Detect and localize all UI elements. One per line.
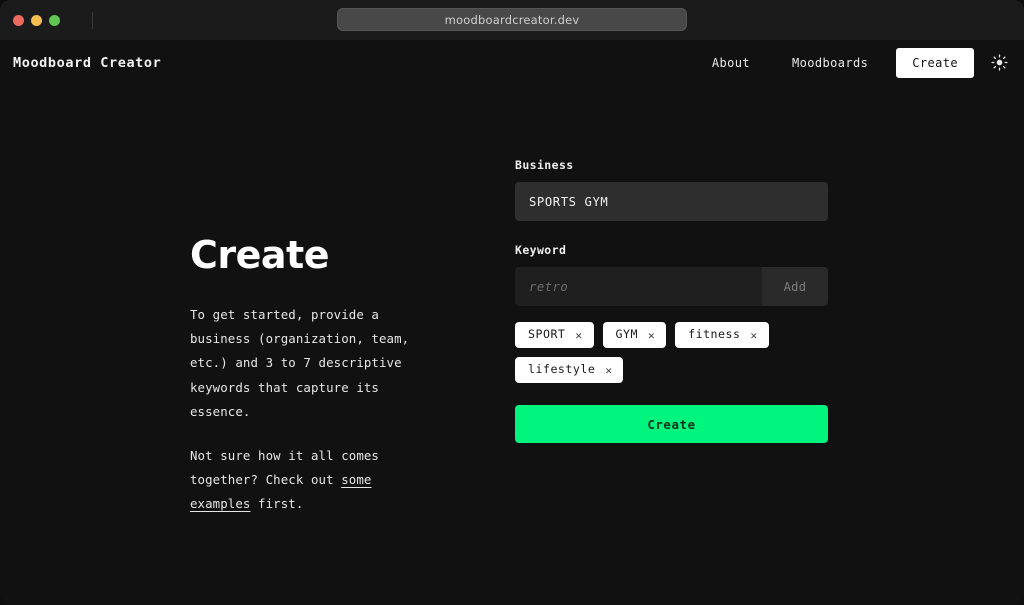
page-title: Create [190,233,329,277]
main-navigation: About Moodboards Create [702,47,1010,78]
close-window-button[interactable] [13,14,24,26]
add-keyword-button[interactable]: Add [762,267,828,306]
url-bar[interactable]: moodboardcreator.dev [337,8,687,31]
business-label: Business [515,158,574,172]
minimize-window-button[interactable] [31,14,42,26]
keyword-field-group: Keyword Add [515,243,1024,306]
theme-toggle-button[interactable] [988,52,1010,74]
keyword-input-row: Add [515,267,828,306]
browser-window: moodboardcreator.dev Moodboard Creator A… [0,0,1024,605]
keyword-chip[interactable]: lifestyle ✕ [515,357,624,383]
business-field-group: Business [515,158,1024,221]
sun-icon [990,54,1008,71]
chip-label: fitness [688,327,741,342]
close-icon[interactable]: ✕ [605,365,612,376]
url-text: moodboardcreator.dev [444,12,580,27]
intro-column: Create To get started, provide a busines… [0,103,515,517]
nav-item-create[interactable]: Create [896,47,974,78]
browser-chrome: moodboardcreator.dev [0,0,1024,40]
main-content: Create To get started, provide a busines… [0,85,1024,517]
close-icon[interactable]: ✕ [750,330,757,341]
chip-label: lifestyle [528,362,596,377]
nav-item-moodboards[interactable]: Moodboards [782,50,878,76]
create-moodboard-button[interactable]: Create [515,405,828,443]
intro-text-after: first. [250,496,304,512]
intro-paragraph-1: To get started, provide a business (orga… [190,307,410,419]
maximize-window-button[interactable] [49,14,60,26]
form-column: Business Keyword Add SPORT ✕ GYM ✕ [515,103,1024,517]
intro-paragraph-2: Not sure how it all comes together? Chec… [190,444,423,517]
keyword-chip[interactable]: GYM ✕ [602,322,667,348]
site-header: Moodboard Creator About Moodboards Creat… [0,40,1024,85]
business-input[interactable] [515,182,828,221]
keyword-chip[interactable]: fitness ✕ [675,322,769,348]
keyword-chip[interactable]: SPORT ✕ [515,322,594,348]
close-icon[interactable]: ✕ [648,330,655,341]
nav-item-about[interactable]: About [702,50,760,76]
chip-label: GYM [615,327,638,342]
chip-label: SPORT [528,327,566,342]
brand-logo[interactable]: Moodboard Creator [13,55,161,71]
keyword-chip-list: SPORT ✕ GYM ✕ fitness ✕ lifestyle ✕ [515,322,835,383]
traffic-lights [0,11,93,29]
close-icon[interactable]: ✕ [575,330,582,341]
keyword-input[interactable] [515,267,762,306]
keyword-label: Keyword [515,243,567,257]
chrome-divider [92,11,93,29]
